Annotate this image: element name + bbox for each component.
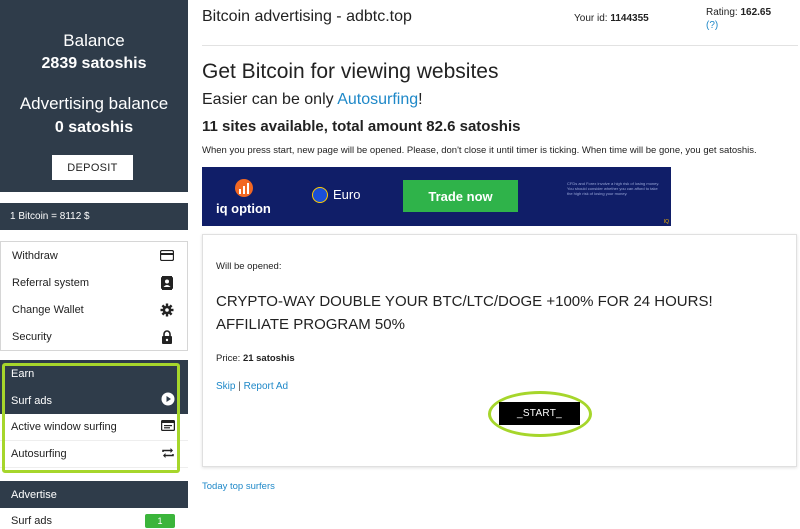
- advertise-item-label: Surf ads: [11, 515, 52, 527]
- window-icon: [160, 419, 176, 434]
- page-subtitle: Easier can be only Autosurfing!: [202, 91, 423, 109]
- page-title: Get Bitcoin for viewing websites: [202, 60, 499, 83]
- page-root: Balance 2839 satoshis Advertising balanc…: [0, 0, 800, 529]
- subtitle-prefix: Easier can be only: [202, 91, 338, 108]
- user-id-label: Your id:: [574, 13, 608, 24]
- site-title: Bitcoin advertising - adbtc.top: [202, 8, 412, 25]
- top-surfers-link[interactable]: Today top surfers: [202, 481, 275, 492]
- menu-item-label: Change Wallet: [12, 303, 84, 316]
- earn-item-active-window[interactable]: Active window surfing: [0, 414, 188, 441]
- rating-help-link[interactable]: (?): [706, 20, 718, 31]
- trade-now-button[interactable]: Trade now: [403, 180, 518, 212]
- balance-value: 2839 satoshis: [41, 55, 147, 72]
- advertise-header: Advertise: [0, 481, 188, 508]
- banner-asset: Euro: [333, 187, 361, 202]
- menu-item-label: Security: [12, 330, 52, 343]
- ad-banner[interactable]: iq option Euro Trade now CFDs and Forex …: [202, 167, 671, 226]
- lock-icon: [160, 329, 174, 344]
- subtitle-suffix: !: [418, 91, 423, 108]
- contacts-icon: [160, 275, 174, 290]
- banner-brand: iq option: [216, 201, 271, 216]
- rating-label: Rating:: [706, 7, 738, 18]
- earn-item-autosurfing[interactable]: Autosurfing: [0, 441, 188, 468]
- instructions-text: When you press start, new page will be o…: [202, 145, 757, 156]
- menu-item-label: Referral system: [12, 276, 90, 289]
- menu-item-label: Withdraw: [12, 249, 58, 262]
- user-id: Your id: 1144355: [574, 13, 649, 24]
- balance-panel: Balance 2839 satoshis Advertising balanc…: [0, 0, 188, 192]
- btc-rate: 1 Bitcoin = 8112 $: [0, 203, 188, 230]
- user-id-value: 1144355: [610, 13, 649, 24]
- earn-item-label: Active window surfing: [11, 421, 117, 433]
- report-ad-link[interactable]: Report Ad: [244, 381, 288, 392]
- advertise-item-surf-ads[interactable]: Surf ads 1: [0, 508, 188, 529]
- price-label: Price:: [216, 353, 241, 364]
- balance-label: Balance: [63, 31, 125, 50]
- earn-item-label: Autosurfing: [11, 448, 67, 460]
- count-badge: 1: [145, 514, 175, 528]
- sidebar: Balance 2839 satoshis Advertising balanc…: [0, 0, 188, 529]
- menu-item-change-wallet[interactable]: Change Wallet: [1, 296, 187, 323]
- ad-actions: Skip | Report Ad: [216, 381, 288, 392]
- ad-balance-value: 0 satoshis: [54, 119, 134, 136]
- menu-item-referral[interactable]: Referral system: [1, 269, 187, 296]
- iq-option-logo-icon: [235, 179, 253, 197]
- header-divider: [202, 45, 798, 46]
- advertise-section: Advertise Surf ads 1: [0, 481, 188, 529]
- ad-balance-label: Advertising balance: [19, 94, 169, 113]
- ad-title: CRYPTO-WAY DOUBLE YOUR BTC/LTC/DOGE +100…: [216, 293, 713, 333]
- menu-item-withdraw[interactable]: Withdraw: [1, 242, 187, 269]
- earn-header: Earn: [0, 360, 188, 387]
- credit-card-icon: [160, 249, 174, 263]
- earn-section: Earn Surf ads Active window surfing Auto…: [0, 360, 188, 468]
- gear-icon: [160, 303, 174, 317]
- play-circle-icon: [161, 392, 175, 409]
- eu-flag-icon: [312, 187, 328, 203]
- surf-ad-card: Will be opened: CRYPTO-WAY DOUBLE YOUR B…: [202, 234, 797, 467]
- autosurfing-link[interactable]: Autosurfing: [337, 91, 418, 108]
- skip-link[interactable]: Skip: [216, 381, 235, 392]
- sites-info: 11 sites available, total amount 82.6 sa…: [202, 118, 521, 135]
- start-button[interactable]: _START_: [499, 402, 580, 425]
- rating: Rating: 162.65: [706, 7, 771, 18]
- repeat-icon: [161, 446, 175, 463]
- ad-price: Price: 21 satoshis: [216, 353, 295, 364]
- banner-disclaimer: CFDs and Forex involve a high risk of lo…: [567, 181, 660, 196]
- account-menu: Withdraw Referral system Change Wallet S…: [0, 241, 188, 351]
- will-open-label: Will be opened:: [216, 261, 282, 272]
- earn-item-label: Surf ads: [11, 394, 52, 407]
- earn-item-surf-ads[interactable]: Surf ads: [0, 387, 188, 414]
- ad-mark: IQ: [663, 219, 669, 225]
- deposit-button[interactable]: DEPOSIT: [52, 155, 133, 180]
- rating-value: 162.65: [740, 7, 772, 18]
- menu-item-security[interactable]: Security: [1, 323, 187, 350]
- price-value: 21 satoshis: [242, 353, 295, 364]
- link-separator: |: [235, 381, 244, 392]
